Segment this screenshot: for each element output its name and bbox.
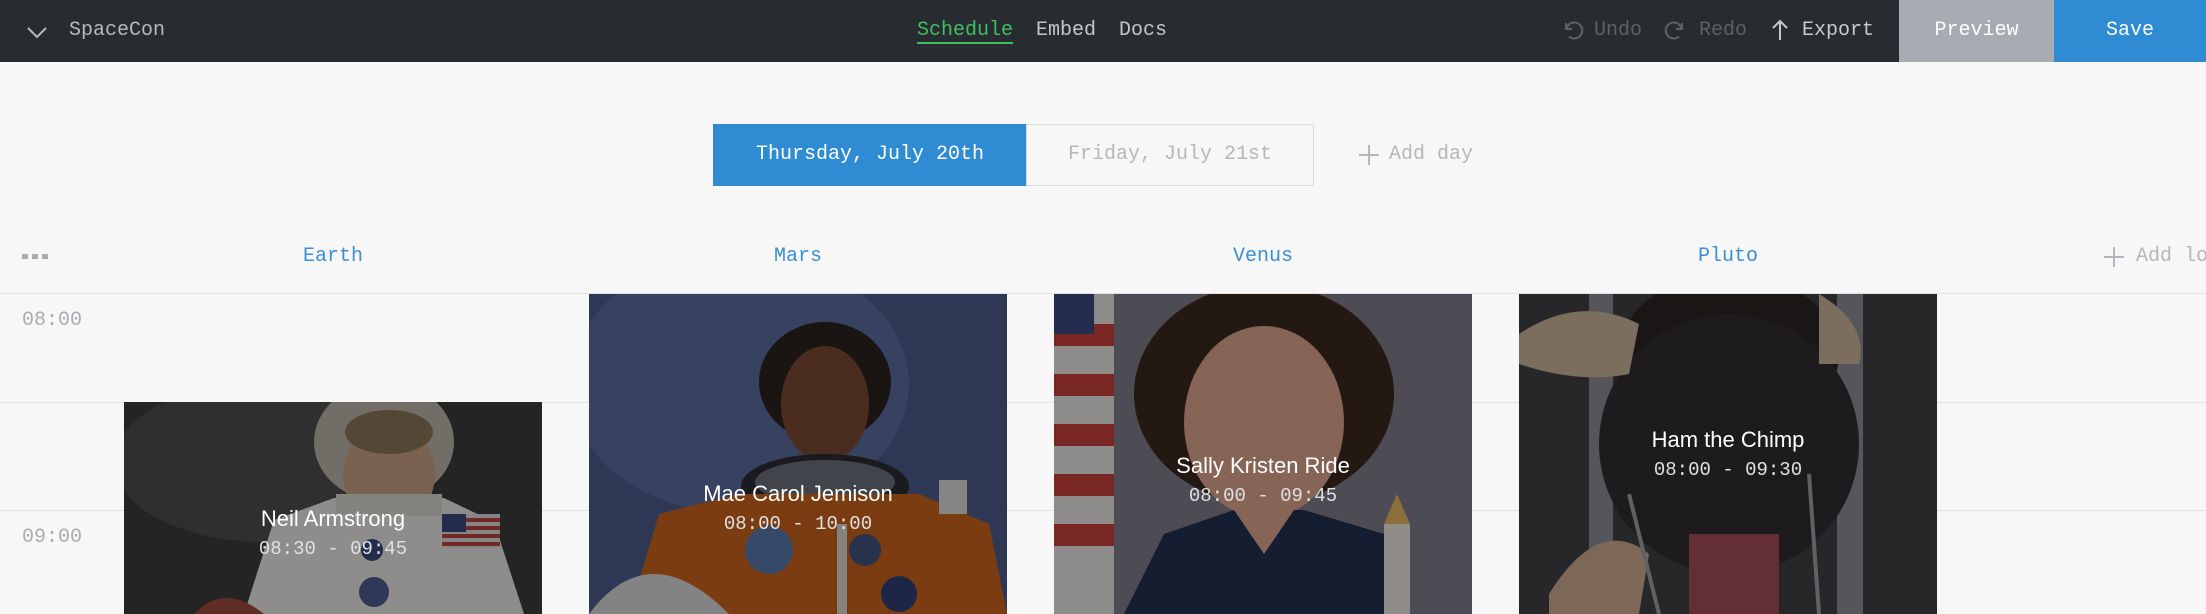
session-time: 08:30 - 09:45 <box>258 538 408 560</box>
plus-icon <box>1359 145 1379 165</box>
plus-icon <box>2104 247 2124 267</box>
add-location-label: Add location <box>2136 245 2206 268</box>
location-earth[interactable]: Earth <box>124 240 542 274</box>
session-time: 08:00 - 09:30 <box>1653 459 1803 481</box>
day-tab-thursday[interactable]: Thursday, July 20th <box>713 124 1027 186</box>
time-label-0900: 09:00 <box>22 526 83 549</box>
session-card-neil-armstrong[interactable]: Neil Armstrong 08:30 - 09:45 <box>124 402 542 614</box>
arrow-up-icon <box>1772 19 1788 40</box>
add-location-button[interactable]: Add location <box>2102 240 2206 274</box>
app-title: SpaceCon <box>69 19 166 42</box>
save-button[interactable]: Save <box>2054 0 2206 62</box>
session-speaker-name: Neil Armstrong <box>260 506 406 531</box>
card-overlay <box>1519 294 1937 614</box>
session-speaker-name: Sally Kristen Ride <box>1176 453 1350 478</box>
session-speaker-name: Ham the Chimp <box>1651 427 1805 452</box>
redo-label: Redo <box>1699 19 1748 42</box>
session-card-sally-kristen-ride[interactable]: Sally Kristen Ride 08:00 - 09:45 <box>1054 294 1472 614</box>
location-venus[interactable]: Venus <box>1054 240 1472 274</box>
undo-label: Undo <box>1594 19 1643 42</box>
nav-docs[interactable]: Docs <box>1119 0 1167 62</box>
day-tab-friday[interactable]: Friday, July 21st <box>1026 124 1314 186</box>
preview-button[interactable]: Preview <box>1899 0 2054 62</box>
nav-embed[interactable]: Embed <box>1036 0 1096 62</box>
undo-icon <box>1565 21 1584 40</box>
redo-icon <box>1664 21 1683 40</box>
nav-schedule[interactable]: Schedule <box>917 0 1014 62</box>
session-card-ham-the-chimp[interactable]: Ham the Chimp 08:00 - 09:30 <box>1519 294 1937 614</box>
add-day-label: Add day <box>1389 143 1474 166</box>
more-horizontal-icon[interactable] <box>22 251 50 263</box>
time-label-0800: 08:00 <box>22 309 83 332</box>
location-mars[interactable]: Mars <box>589 240 1007 274</box>
add-day-button[interactable]: Add day <box>1357 124 1473 186</box>
session-speaker-name: Mae Carol Jemison <box>703 481 893 506</box>
card-overlay <box>589 294 1007 614</box>
session-time: 08:00 - 10:00 <box>723 513 873 535</box>
chevron-down-icon[interactable] <box>24 19 50 45</box>
session-card-mae-carol-jemison[interactable]: Mae Carol Jemison 08:00 - 10:00 <box>589 294 1007 614</box>
top-bar: SpaceCon Schedule Embed Docs Undo Redo E… <box>0 0 2206 62</box>
session-time: 08:00 - 09:45 <box>1188 485 1338 507</box>
export-label: Export <box>1802 19 1875 42</box>
location-pluto[interactable]: Pluto <box>1519 240 1937 274</box>
